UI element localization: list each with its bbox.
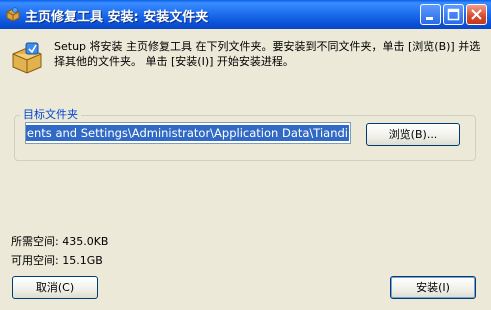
- title-bar[interactable]: 主页修复工具 安装: 安装文件夹: [0, 0, 491, 30]
- installer-window: 主页修复工具 安装: 安装文件夹 Setup 将安装 主页修复工具 在下列文件夹…: [0, 0, 491, 310]
- maximize-button[interactable]: [443, 4, 464, 25]
- instructions-text: Setup 将安装 主页修复工具 在下列文件夹。要安装到不同文件夹，单击 [浏览…: [54, 40, 481, 68]
- dialog-body: Setup 将安装 主页修复工具 在下列文件夹。要安装到不同文件夹，单击 [浏览…: [0, 29, 491, 310]
- close-icon: [471, 9, 482, 20]
- close-button[interactable]: [466, 4, 487, 25]
- destination-folder-label: 目标文件夹: [20, 106, 81, 122]
- minimize-icon: [426, 17, 433, 20]
- cancel-button[interactable]: 取消(C): [12, 276, 98, 299]
- minimize-button[interactable]: [420, 4, 441, 25]
- installer-box-icon: [5, 6, 21, 22]
- destination-path-value: uments and Settings\Administrator\Applic…: [26, 125, 349, 141]
- browse-button[interactable]: 浏览(B)...: [366, 123, 460, 146]
- space-required: 所需空间: 435.0KB: [11, 235, 109, 248]
- destination-path-input[interactable]: uments and Settings\Administrator\Applic…: [25, 122, 351, 144]
- maximize-icon: [447, 8, 460, 21]
- window-title: 主页修复工具 安装: 安装文件夹: [25, 10, 209, 25]
- installer-box-icon: [10, 41, 44, 75]
- install-button[interactable]: 安装(I): [390, 276, 476, 299]
- space-available: 可用空间: 15.1GB: [11, 254, 103, 267]
